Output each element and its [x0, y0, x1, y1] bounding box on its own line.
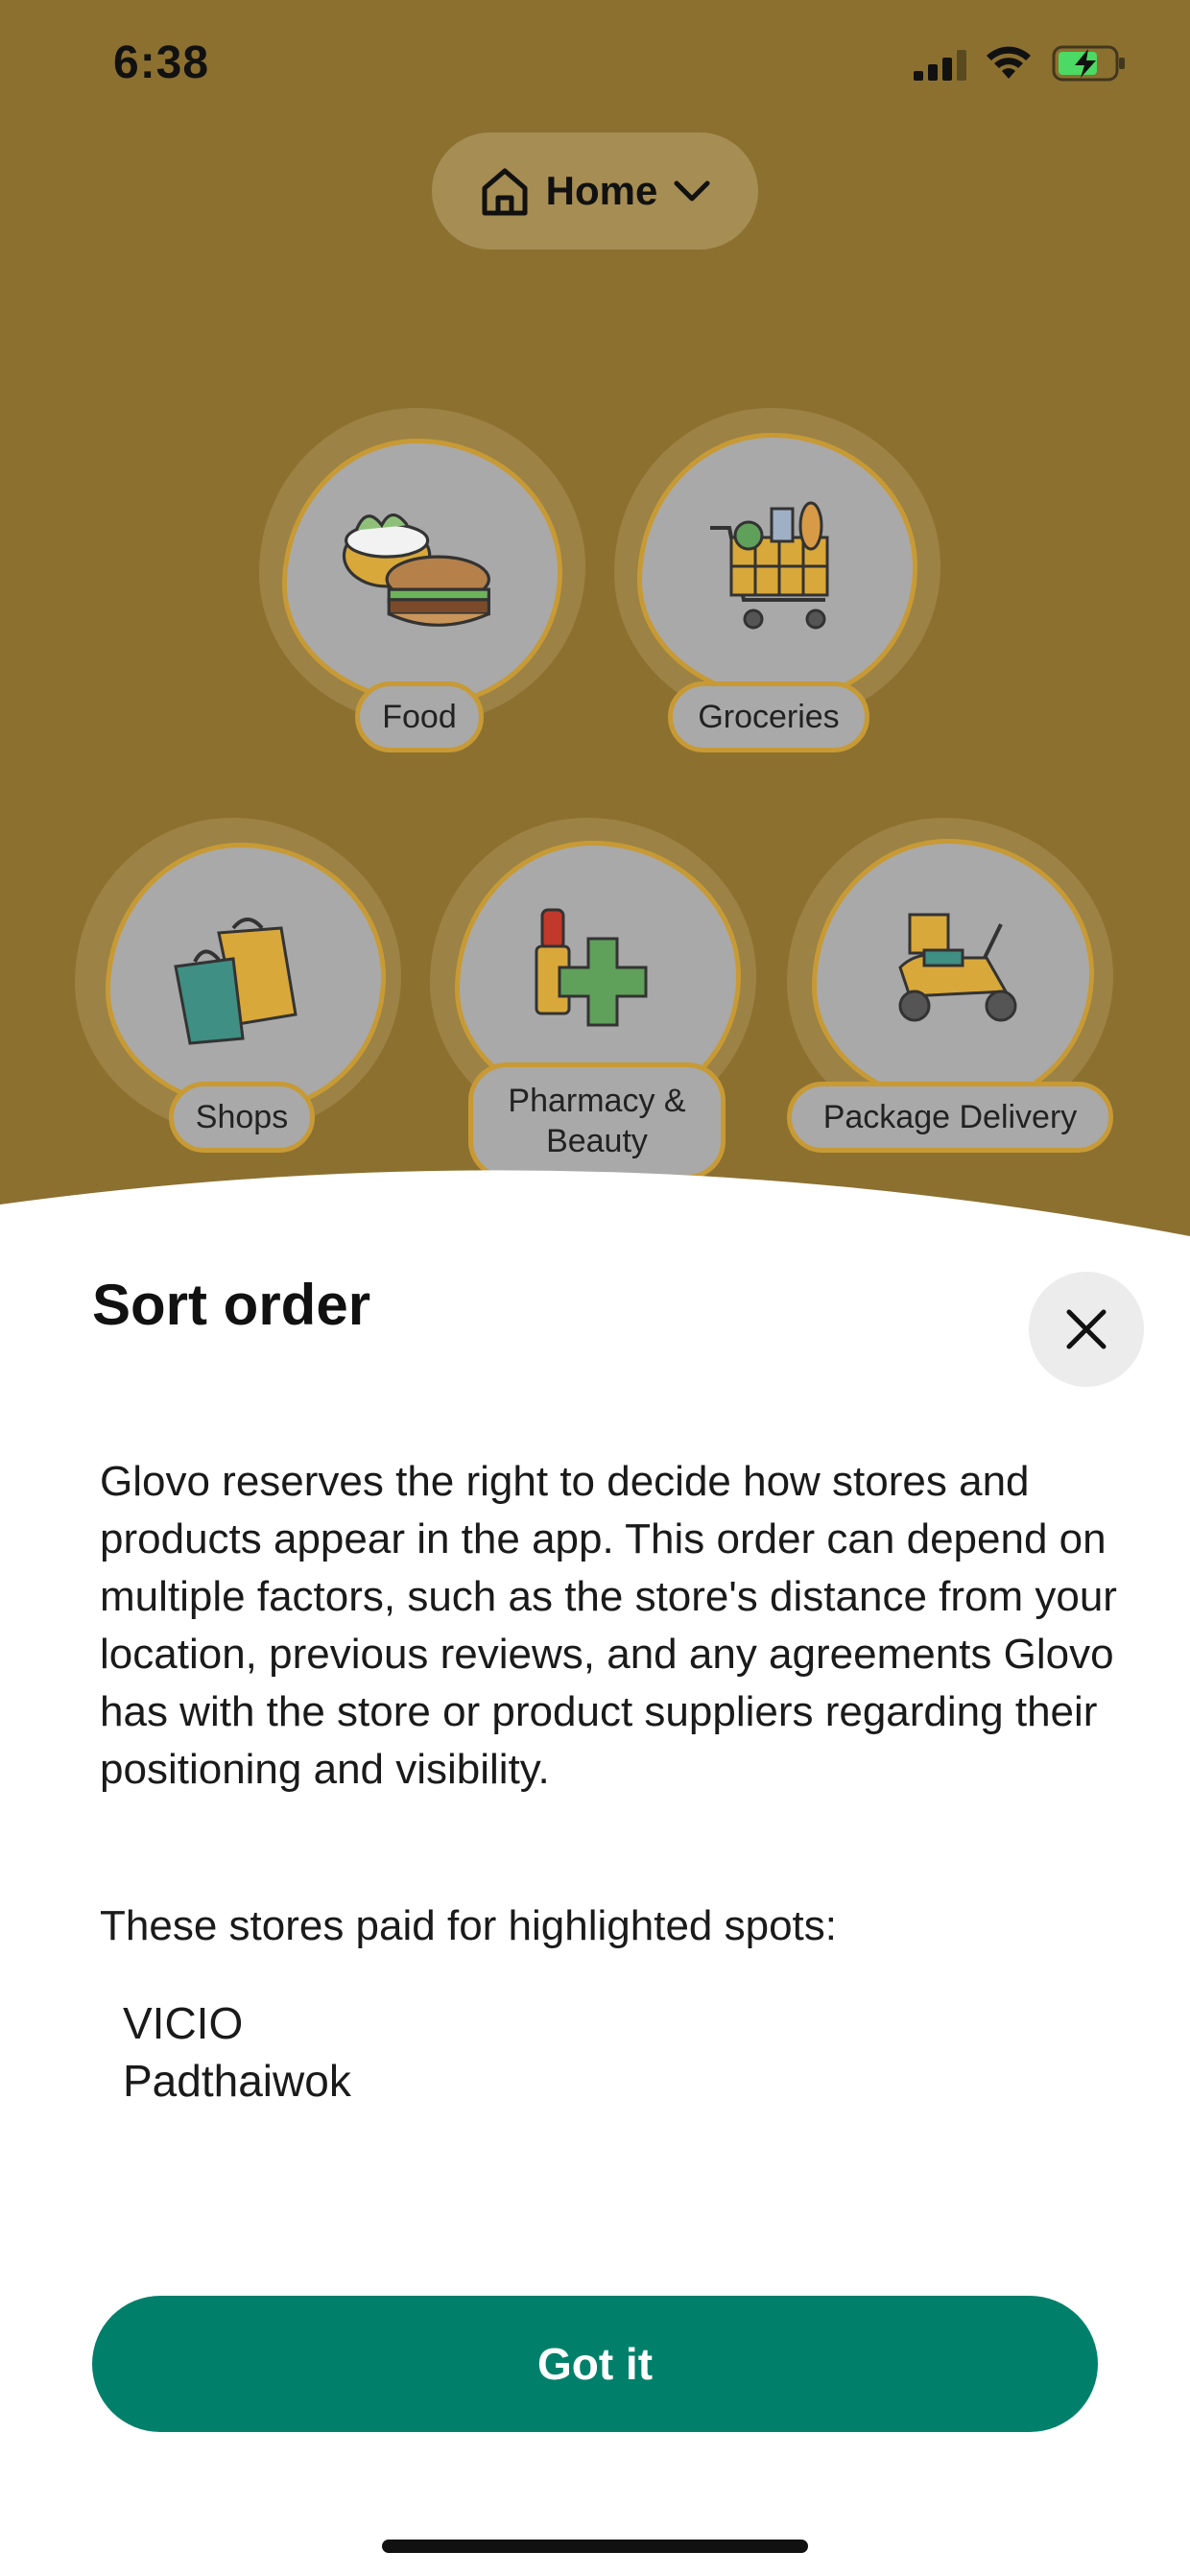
category-label-shops: Shops: [169, 1082, 315, 1153]
location-label: Home: [545, 168, 658, 213]
got-it-button[interactable]: Got it: [92, 2296, 1098, 2432]
paid-stores-list: VICIO Padthaiwok: [123, 1994, 351, 2110]
category-groceries[interactable]: Groceries: [614, 408, 940, 763]
category-label-groceries: Groceries: [668, 681, 869, 752]
category-package-delivery[interactable]: Package Delivery: [787, 818, 1113, 1173]
home-icon: [482, 168, 528, 216]
status-time: 6:38: [113, 37, 210, 88]
category-shops[interactable]: Shops: [75, 818, 401, 1173]
screen: 6:38 Home Food Groceries Shops Pharmacy …: [0, 0, 1190, 2576]
chevron-down-icon: [674, 180, 710, 202]
list-item: Padthaiwok: [123, 2056, 351, 2106]
list-item: VICIO: [123, 1998, 244, 2048]
food-icon: [342, 513, 490, 627]
pharmacy-icon: [535, 908, 648, 1027]
category-label-package-delivery: Package Delivery: [787, 1082, 1113, 1153]
location-selector[interactable]: Home: [432, 132, 758, 250]
sort-order-description: Glovo reserves the right to decide how s…: [100, 1458, 1117, 1793]
close-button[interactable]: [1029, 1272, 1144, 1387]
groceries-icon: [710, 501, 829, 630]
package-delivery-icon: [898, 913, 1017, 1022]
close-icon: [1066, 1309, 1107, 1349]
category-food[interactable]: Food: [259, 408, 585, 763]
pharmacy-label-text: Pharmacy & Beauty: [508, 1082, 686, 1160]
home-indicator[interactable]: [382, 2540, 808, 2553]
paid-stores-heading: These stores paid for highlighted spots:: [100, 1902, 838, 1949]
category-pharmacy-beauty[interactable]: Pharmacy & Beauty: [430, 818, 756, 1182]
shops-icon: [174, 918, 298, 1045]
category-label-food: Food: [355, 681, 484, 752]
sheet-title: Sort order: [92, 1273, 371, 1337]
battery-charging-icon: [1052, 45, 1125, 82]
wifi-icon: [987, 46, 1031, 79]
cellular-signal-icon: [914, 50, 966, 81]
